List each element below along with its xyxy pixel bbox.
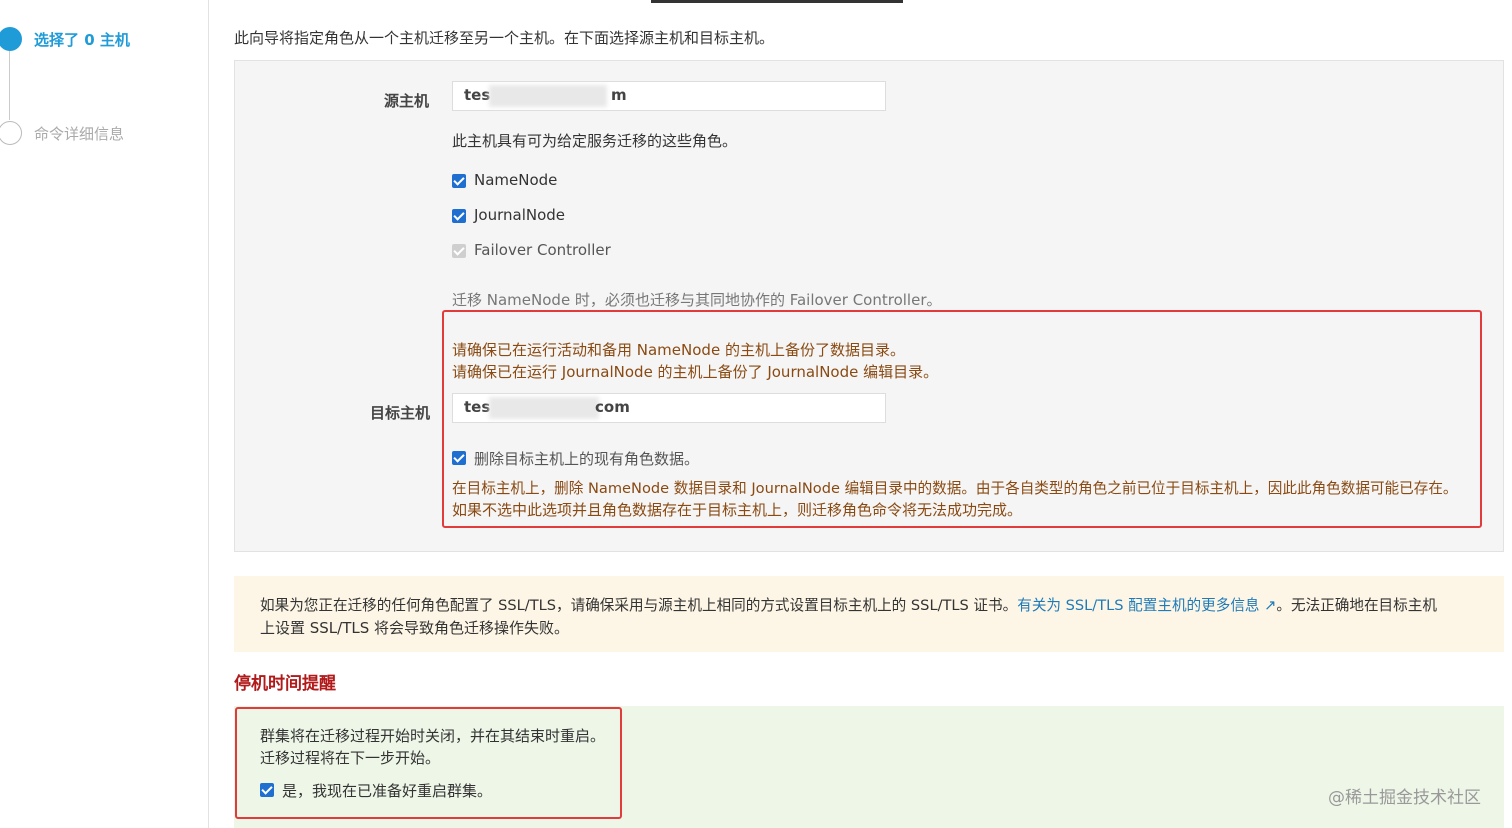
downtime-title: 停机时间提醒 (234, 674, 336, 694)
restart-confirm-label: 是，我现在已准备好重启群集。 (282, 782, 493, 800)
target-host-value-suffix: com (595, 398, 630, 416)
migration-note: 迁移 NameNode 时，必须也迁移与其同地协作的 Failover Cont… (452, 291, 942, 309)
role-namenode[interactable]: NameNode (452, 171, 752, 191)
step-connector (9, 50, 10, 120)
redacted-mask (489, 85, 607, 107)
step-1-label[interactable]: 选择了 0 主机 (34, 29, 130, 50)
warning-backup-namenode: 请确保已在运行活动和备用 NameNode 的主机上备份了数据目录。 (452, 341, 905, 359)
roles-intro: 此主机具有可为给定服务迁移的这些角色。 (452, 132, 738, 150)
ssl-text-1: 如果为您正在迁移的任何角色配置了 SSL/TLS，请确保采用与源主机上相同的方式… (260, 597, 1018, 614)
source-host-value-prefix: tes (464, 86, 491, 104)
delete-role-data-option[interactable]: 删除目标主机上的现有角色数据。 (452, 448, 852, 468)
role-failover-controller: Failover Controller (452, 241, 752, 261)
failover-controller-checkbox (452, 244, 466, 258)
journalnode-checkbox[interactable] (452, 209, 466, 223)
source-host-label: 源主机 (384, 92, 430, 110)
ssl-text-2: 。无法正确地在目标主机 (1276, 597, 1437, 614)
namenode-label: NameNode (474, 171, 558, 189)
role-journalnode[interactable]: JournalNode (452, 206, 752, 226)
target-host-value-prefix: tes (464, 398, 491, 416)
target-host-input[interactable]: tes com (452, 393, 886, 423)
step-2-label: 命令详细信息 (34, 125, 125, 143)
delete-role-data-checkbox[interactable] (452, 451, 466, 465)
ssl-more-info-link[interactable]: 有关为 SSL/TLS 配置主机的更多信息 (1017, 597, 1259, 614)
journalnode-label: JournalNode (474, 206, 566, 224)
delete-role-data-desc-2: 如果不选中此选项并且角色数据存在于目标主机上，则迁移角色命令将无法成功完成。 (452, 501, 1023, 519)
warning-backup-journalnode: 请确保已在运行 JournalNode 的主机上备份了 JournalNode … (452, 363, 939, 381)
watermark: @稀土掘金技术社区 (1328, 788, 1481, 808)
source-host-value-suffix: m (611, 86, 627, 104)
downtime-line-2: 迁移过程将在下一步开始。 (260, 749, 441, 767)
delete-role-data-label: 删除目标主机上的现有角色数据。 (474, 450, 700, 468)
wizard-intro: 此向导将指定角色从一个主机迁移至另一个主机。在下面选择源主机和目标主机。 (234, 29, 775, 47)
ssl-notice-line2: 上设置 SSL/TLS 将会导致角色迁移操作失败。 (260, 619, 570, 637)
downtime-line-1: 群集将在迁移过程开始时关闭，并在其结束时重启。 (260, 727, 606, 745)
restart-confirm-option[interactable]: 是，我现在已准备好重启群集。 (260, 780, 580, 800)
delete-role-data-desc-1: 在目标主机上，删除 NameNode 数据目录和 JournalNode 编辑目… (452, 480, 1458, 497)
ssl-notice-line1: 如果为您正在迁移的任何角色配置了 SSL/TLS，请确保采用与源主机上相同的方式… (260, 594, 1437, 615)
external-link-icon[interactable]: ↗ (1260, 597, 1276, 614)
failover-controller-label: Failover Controller (474, 241, 611, 259)
target-host-label: 目标主机 (370, 404, 431, 422)
namenode-checkbox[interactable] (452, 174, 466, 188)
restart-confirm-checkbox[interactable] (260, 783, 274, 797)
top-divider (651, 0, 903, 3)
source-host-input[interactable]: tes m (452, 81, 886, 111)
redacted-mask (489, 397, 599, 419)
